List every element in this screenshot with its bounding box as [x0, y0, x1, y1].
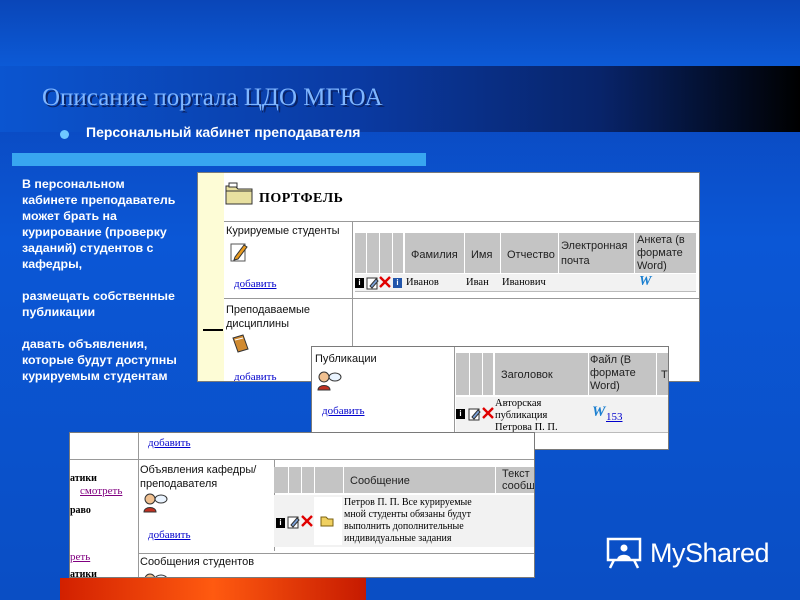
student-messages-label: Сообщения студентов — [140, 556, 255, 568]
separator — [138, 433, 139, 577]
cell-patronymic: Иванович — [502, 277, 546, 288]
cell-first-name: Иван — [466, 277, 489, 288]
folder-icon — [225, 182, 253, 205]
add-discipline-link[interactable]: добавить — [234, 371, 276, 381]
word-file-icon[interactable]: W — [639, 275, 651, 289]
add-link-top[interactable]: добавить — [148, 437, 190, 449]
description-text: В персональном кабинете преподаватель мо… — [22, 176, 182, 400]
cell-last-name: Иванов — [406, 277, 439, 288]
delete-icon[interactable] — [379, 276, 391, 288]
users-chat-icon — [317, 371, 342, 391]
presentation-icon — [606, 537, 642, 569]
announcements-window: добавить атики смотреть раво реть атики … — [69, 432, 535, 578]
separator — [70, 459, 534, 460]
cell-publication-title: Авторская публикация Петрова П. П. — [495, 398, 558, 433]
footer-bar — [60, 578, 366, 600]
column-message-text[interactable]: Текст сообще — [495, 467, 534, 493]
column-email[interactable]: Электронная почта — [558, 233, 634, 273]
students-section-label: Курируемые студенты — [226, 225, 340, 237]
publications-section-label: Публикации — [315, 353, 377, 365]
column-truncated[interactable]: Т — [656, 353, 668, 395]
view-link[interactable]: реть — [70, 551, 90, 563]
separator — [138, 553, 534, 554]
left-gutter — [198, 173, 224, 381]
nav-fragment[interactable]: раво — [70, 505, 91, 516]
nav-fragment[interactable]: атики — [70, 473, 97, 484]
add-student-link[interactable]: добавить — [234, 278, 276, 290]
column-message[interactable]: Сообщение — [343, 467, 495, 493]
column-last-name[interactable]: Фамилия — [404, 233, 464, 273]
file-number-link[interactable]: 153 — [606, 411, 623, 423]
users-chat-icon — [144, 573, 167, 577]
info-icon[interactable]: i — [456, 409, 465, 419]
column-patronymic[interactable]: Отчество — [500, 233, 558, 273]
folder-icon[interactable] — [320, 515, 334, 527]
separator — [224, 221, 699, 222]
info-icon[interactable]: i — [355, 278, 364, 288]
myshared-logo: MyShared — [606, 536, 770, 570]
word-file-icon[interactable]: W — [592, 405, 605, 420]
column-file[interactable]: Файл (В формате Word) — [588, 353, 656, 395]
column-title[interactable]: Заголовок — [494, 353, 588, 395]
pencil-icon — [230, 243, 248, 262]
nav-fragment[interactable]: атики — [70, 569, 97, 577]
info-icon[interactable]: i — [393, 278, 402, 288]
description-paragraph-2: размещать собственные публикации — [22, 289, 175, 319]
users-chat-icon — [143, 493, 168, 513]
portfolio-title: ПОРТФЕЛЬ — [259, 191, 344, 206]
cell-message: Петров П. П. Все курируемые мной студент… — [344, 497, 472, 544]
header-band — [0, 0, 800, 70]
edit-icon[interactable] — [468, 407, 482, 421]
info-icon[interactable]: i — [276, 518, 285, 528]
description-paragraph-1: В персональном кабинете преподаватель мо… — [22, 177, 176, 271]
column-first-name[interactable]: Имя — [464, 233, 500, 273]
delete-icon[interactable] — [301, 515, 313, 527]
separator — [224, 298, 699, 299]
book-icon — [232, 334, 249, 353]
edit-icon[interactable] — [287, 515, 301, 529]
announcements-section-label: Объявления кафедры/преподавателя — [140, 464, 257, 490]
add-publication-link[interactable]: добавить — [322, 405, 364, 417]
accent-stripe — [12, 153, 426, 166]
logo-text: MyShared — [650, 537, 770, 568]
description-paragraph-3: давать объявления, которые будут доступн… — [22, 337, 177, 383]
slide-subtitle: Персональный кабинет преподавателя — [86, 124, 361, 140]
edit-icon[interactable] — [366, 276, 380, 290]
delete-icon[interactable] — [482, 407, 494, 419]
bullet-icon — [60, 130, 69, 139]
view-link[interactable]: смотреть — [80, 485, 122, 497]
disciplines-section-label: Преподаваемые дисциплины — [226, 304, 311, 330]
column-questionnaire[interactable]: Анкета (в формате Word) — [634, 233, 696, 273]
add-announcement-link[interactable]: добавить — [148, 529, 190, 541]
divider — [203, 329, 223, 331]
slide-title: Описание портала ЦДО МГЮА — [42, 84, 383, 111]
